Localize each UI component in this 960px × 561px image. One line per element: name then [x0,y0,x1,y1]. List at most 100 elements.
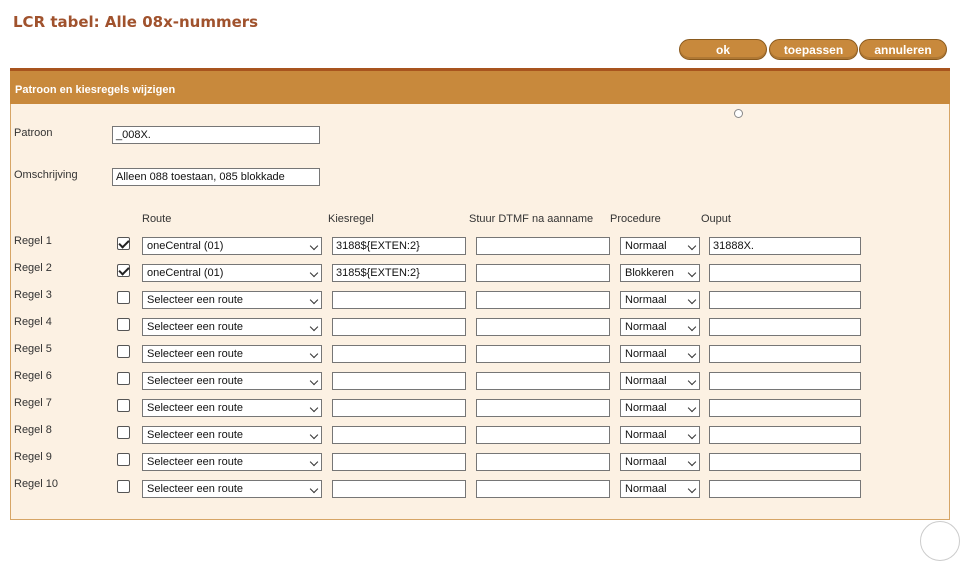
dtmf-input[interactable] [476,426,610,444]
column-header-output: Ouput [701,213,731,225]
procedure-select[interactable]: Normaal [620,399,700,417]
chevron-down-icon [309,403,319,413]
dtmf-input[interactable] [476,372,610,390]
rule-enabled-checkbox[interactable] [117,480,130,493]
route-select[interactable]: Selecteer een route [142,318,322,336]
chevron-down-icon [687,484,697,494]
chevron-down-icon [687,295,697,305]
route-select[interactable]: Selecteer een route [142,426,322,444]
dial-rule-input[interactable] [332,399,466,417]
dial-rule-input[interactable]: 3185${EXTEN:2} [332,264,466,282]
rule-enabled-checkbox[interactable] [117,426,130,439]
dtmf-input[interactable] [476,318,610,336]
dtmf-input[interactable] [476,237,610,255]
route-select[interactable]: oneCentral (01) [142,237,322,255]
route-select[interactable]: Selecteer een route [142,291,322,309]
route-select-value: Selecteer een route [147,456,244,468]
column-header-route: Route [142,213,172,225]
route-select[interactable]: Selecteer een route [142,480,322,498]
chevron-down-icon [309,241,319,251]
output-input[interactable] [709,291,861,309]
description-input[interactable]: Alleen 088 toestaan, 085 blokkade [112,168,320,186]
output-input[interactable] [709,399,861,417]
rule-label: Regel 9 [14,451,52,463]
dtmf-input[interactable] [476,480,610,498]
page-title: LCR tabel: Alle 08x-nummers [13,13,259,31]
output-input[interactable] [709,318,861,336]
rule-enabled-checkbox[interactable] [117,453,130,466]
procedure-select[interactable]: Normaal [620,426,700,444]
route-select-value: Selecteer een route [147,321,244,333]
procedure-select[interactable]: Blokkeren [620,264,700,282]
procedure-select-value: Normaal [625,294,667,306]
dtmf-input[interactable] [476,399,610,417]
dial-rule-input[interactable]: 3188${EXTEN:2} [332,237,466,255]
column-header-dtmf: Stuur DTMF na aanname [469,213,594,225]
chevron-down-icon [309,376,319,386]
procedure-select-value: Normaal [625,375,667,387]
cancel-button[interactable]: annuleren [859,39,947,60]
rule-enabled-checkbox[interactable] [117,264,130,277]
rule-enabled-checkbox[interactable] [117,318,130,331]
column-header-dial-rule: Kiesregel [328,213,374,225]
pattern-label: Patroon [14,127,53,139]
pattern-input[interactable]: _008X. [112,126,320,144]
procedure-select[interactable]: Normaal [620,291,700,309]
chevron-down-icon [687,322,697,332]
procedure-select-value: Blokkeren [625,267,674,279]
output-input[interactable]: 31888X. [709,237,861,255]
chevron-down-icon [687,403,697,413]
dial-rule-input[interactable] [332,480,466,498]
chevron-down-icon [687,457,697,467]
output-input[interactable] [709,480,861,498]
dtmf-input[interactable] [476,291,610,309]
procedure-select[interactable]: Normaal [620,372,700,390]
dtmf-input[interactable] [476,453,610,471]
output-input[interactable] [709,345,861,363]
route-select[interactable]: Selecteer een route [142,453,322,471]
route-select[interactable]: Selecteer een route [142,345,322,363]
chevron-down-icon [309,457,319,467]
procedure-select[interactable]: Normaal [620,237,700,255]
procedure-select[interactable]: Normaal [620,480,700,498]
chevron-down-icon [309,430,319,440]
dial-rule-input[interactable] [332,318,466,336]
rule-enabled-checkbox[interactable] [117,345,130,358]
route-select[interactable]: oneCentral (01) [142,264,322,282]
dtmf-input[interactable] [476,264,610,282]
radio-button[interactable] [734,109,743,118]
rule-enabled-checkbox[interactable] [117,399,130,412]
route-select-value: Selecteer een route [147,348,244,360]
dial-rule-input[interactable] [332,426,466,444]
output-input[interactable] [709,264,861,282]
output-input[interactable] [709,372,861,390]
route-select-value: Selecteer een route [147,294,244,306]
chevron-down-icon [309,268,319,278]
output-input[interactable] [709,453,861,471]
procedure-select[interactable]: Normaal [620,345,700,363]
chevron-down-icon [309,295,319,305]
rule-enabled-checkbox[interactable] [117,291,130,304]
rule-enabled-checkbox[interactable] [117,372,130,385]
dial-rule-input[interactable] [332,291,466,309]
ok-button[interactable]: ok [679,39,767,60]
rule-label: Regel 10 [14,478,59,490]
dial-rule-input[interactable] [332,372,466,390]
chevron-down-icon [687,349,697,359]
rule-label: Regel 7 [14,397,52,409]
chevron-down-icon [687,241,697,251]
route-select[interactable]: Selecteer een route [142,399,322,417]
dial-rule-input[interactable] [332,345,466,363]
procedure-select[interactable]: Normaal [620,453,700,471]
column-header-procedure: Procedure [610,213,661,225]
rule-enabled-checkbox[interactable] [117,237,130,250]
dtmf-input[interactable] [476,345,610,363]
route-select-value: oneCentral (01) [147,267,224,279]
dial-rule-input[interactable] [332,453,466,471]
description-label: Omschrijving [14,169,78,181]
route-select[interactable]: Selecteer een route [142,372,322,390]
apply-button[interactable]: toepassen [769,39,858,60]
rule-label: Regel 2 [14,262,52,274]
procedure-select[interactable]: Normaal [620,318,700,336]
output-input[interactable] [709,426,861,444]
